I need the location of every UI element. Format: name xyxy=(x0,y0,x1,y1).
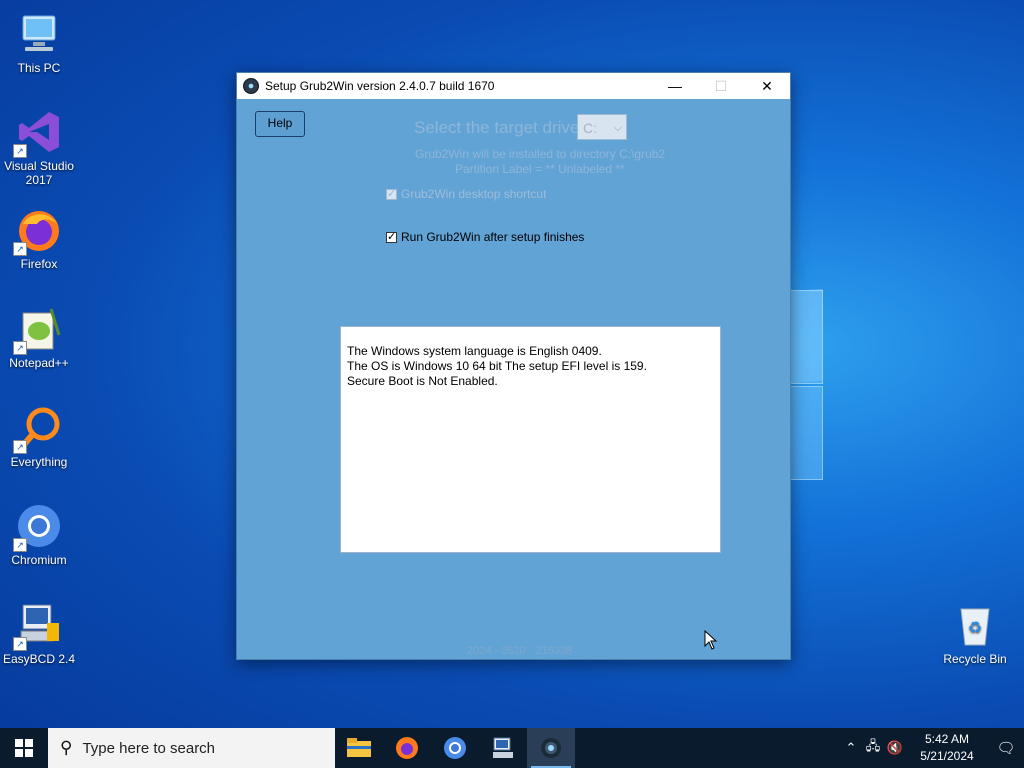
desktop-icon-label: Visual Studio 2017 xyxy=(4,159,74,187)
firefox-icon xyxy=(396,737,418,759)
everything-search-icon: ↗ xyxy=(13,404,63,454)
search-placeholder: Type here to search xyxy=(82,739,216,757)
desktop-icon-chromium[interactable]: ↗ Chromium xyxy=(1,502,77,567)
close-button[interactable]: ✕ xyxy=(744,73,790,99)
desktop-icon-notepad-plus-plus[interactable]: ↗ Notepad++ xyxy=(1,305,77,370)
system-info-box: The Windows system language is English 0… xyxy=(340,326,721,553)
easybcd-icon: ↗ xyxy=(13,601,63,651)
info-line: The OS is Windows 10 64 bit The setup EF… xyxy=(347,359,647,373)
shortcut-arrow-icon: ↗ xyxy=(13,637,27,651)
folder-icon xyxy=(347,738,371,757)
desktop-icon-label: Recycle Bin xyxy=(943,652,1007,666)
maximize-button: ☐ xyxy=(714,77,728,94)
desktop-shortcut-checkbox xyxy=(386,187,397,200)
monitor-icon xyxy=(15,10,63,58)
desktop-icon-label: Firefox xyxy=(20,257,58,271)
network-icon[interactable]: 🖧 xyxy=(862,737,884,759)
minimize-button[interactable]: — xyxy=(652,73,698,99)
taskbar-file-explorer[interactable] xyxy=(335,728,383,768)
taskbar-firefox[interactable] xyxy=(383,728,431,768)
desktop-icon-label: Everything xyxy=(10,455,68,469)
system-tray: ⌃ 🖧 🔇 5:42 AM 5/21/2024 🗨 xyxy=(840,728,1024,768)
setup-grub2win-window[interactable]: Setup Grub2Win version 2.4.0.7 build 167… xyxy=(236,72,791,660)
taskbar-grub2win[interactable] xyxy=(527,728,575,768)
chevron-down-icon: ⌵ xyxy=(613,122,622,134)
easybcd-icon xyxy=(493,737,513,758)
shortcut-arrow-icon: ↗ xyxy=(13,341,27,355)
desktop-icon-firefox[interactable]: ↗ Firefox xyxy=(1,206,77,271)
visual-studio-icon: ↗ xyxy=(13,108,63,158)
taskbar-easybcd[interactable] xyxy=(479,728,527,768)
chevron-up-icon[interactable]: ⌃ xyxy=(840,740,862,756)
clock-time: 5:42 AM xyxy=(924,732,970,746)
windows-logo-pane xyxy=(789,386,823,480)
shortcut-arrow-icon: ↗ xyxy=(13,440,27,454)
target-drive-label: Select the target drive xyxy=(414,118,580,137)
target-drive-select: C: ⌵ xyxy=(577,114,627,140)
firefox-icon: ↗ xyxy=(13,206,63,256)
info-line: The Windows system language is English 0… xyxy=(347,344,602,358)
desktop-icon-easybcd[interactable]: ↗ EasyBCD 2.4 xyxy=(1,601,77,666)
recycle-bin-icon: ♻ xyxy=(951,601,999,649)
install-directory-text: Grub2Win will be installed to directory … xyxy=(415,147,666,161)
shortcut-arrow-icon: ↗ xyxy=(13,242,27,256)
info-line: Secure Boot is Not Enabled. xyxy=(347,374,498,388)
desktop-icon-recycle-bin[interactable]: ♻ Recycle Bin xyxy=(937,601,1013,666)
desktop-icon-label: EasyBCD 2.4 xyxy=(2,652,76,666)
clock[interactable]: 5:42 AM 5/21/2024 xyxy=(912,731,982,765)
chromium-icon xyxy=(444,737,466,759)
drive-select-value: C: xyxy=(583,120,597,136)
desktop-icon-label: Chromium xyxy=(11,553,67,567)
desktop-icon-this-pc[interactable]: This PC xyxy=(1,10,77,75)
run-after-setup-option[interactable]: Run Grub2Win after setup finishes xyxy=(386,230,584,244)
windows-logo-icon xyxy=(15,739,33,757)
grub2win-app-icon xyxy=(243,78,259,94)
help-button[interactable]: Help xyxy=(255,111,305,137)
shortcut-arrow-icon: ↗ xyxy=(13,538,27,552)
build-timestamp: 2024 - 0520 - 215338 xyxy=(467,645,573,657)
run-after-setup-label[interactable]: Run Grub2Win after setup finishes xyxy=(401,230,584,244)
title-bar[interactable]: Setup Grub2Win version 2.4.0.7 build 167… xyxy=(237,73,790,99)
taskbar-chromium[interactable] xyxy=(431,728,479,768)
desktop-shortcut-label: Grub2Win desktop shortcut xyxy=(401,187,547,201)
windows-logo-pane xyxy=(789,290,823,384)
desktop-shortcut-option: Grub2Win desktop shortcut xyxy=(386,187,546,201)
notepad-plus-plus-icon: ↗ xyxy=(13,305,63,355)
volume-muted-icon[interactable]: 🔇 xyxy=(884,740,906,756)
desktop-icon-label: This PC xyxy=(17,61,61,75)
search-icon: ⚲ xyxy=(60,738,73,757)
svg-text:♻: ♻ xyxy=(968,620,982,637)
shortcut-arrow-icon: ↗ xyxy=(13,144,27,158)
run-after-setup-checkbox[interactable] xyxy=(386,230,397,243)
start-button[interactable] xyxy=(0,728,48,768)
notification-icon[interactable]: 🗨 xyxy=(988,739,1024,757)
desktop-icon-everything[interactable]: ↗ Everything xyxy=(1,404,77,469)
desktop-icon-visual-studio[interactable]: ↗ Visual Studio 2017 xyxy=(1,108,77,187)
clock-date: 5/21/2024 xyxy=(920,749,974,763)
partition-label-text: Partition Label = ** Unlabeled ** xyxy=(455,162,625,176)
desktop-icon-label: Notepad++ xyxy=(9,356,69,370)
chromium-icon: ↗ xyxy=(13,502,63,552)
window-title: Setup Grub2Win version 2.4.0.7 build 167… xyxy=(265,79,495,93)
taskbar: ⚲ Type here to search ⌃ 🖧 🔇 5:42 AM 5/21… xyxy=(0,728,1024,768)
taskbar-search-box[interactable]: ⚲ Type here to search xyxy=(48,728,335,768)
grub2win-icon xyxy=(541,738,561,758)
